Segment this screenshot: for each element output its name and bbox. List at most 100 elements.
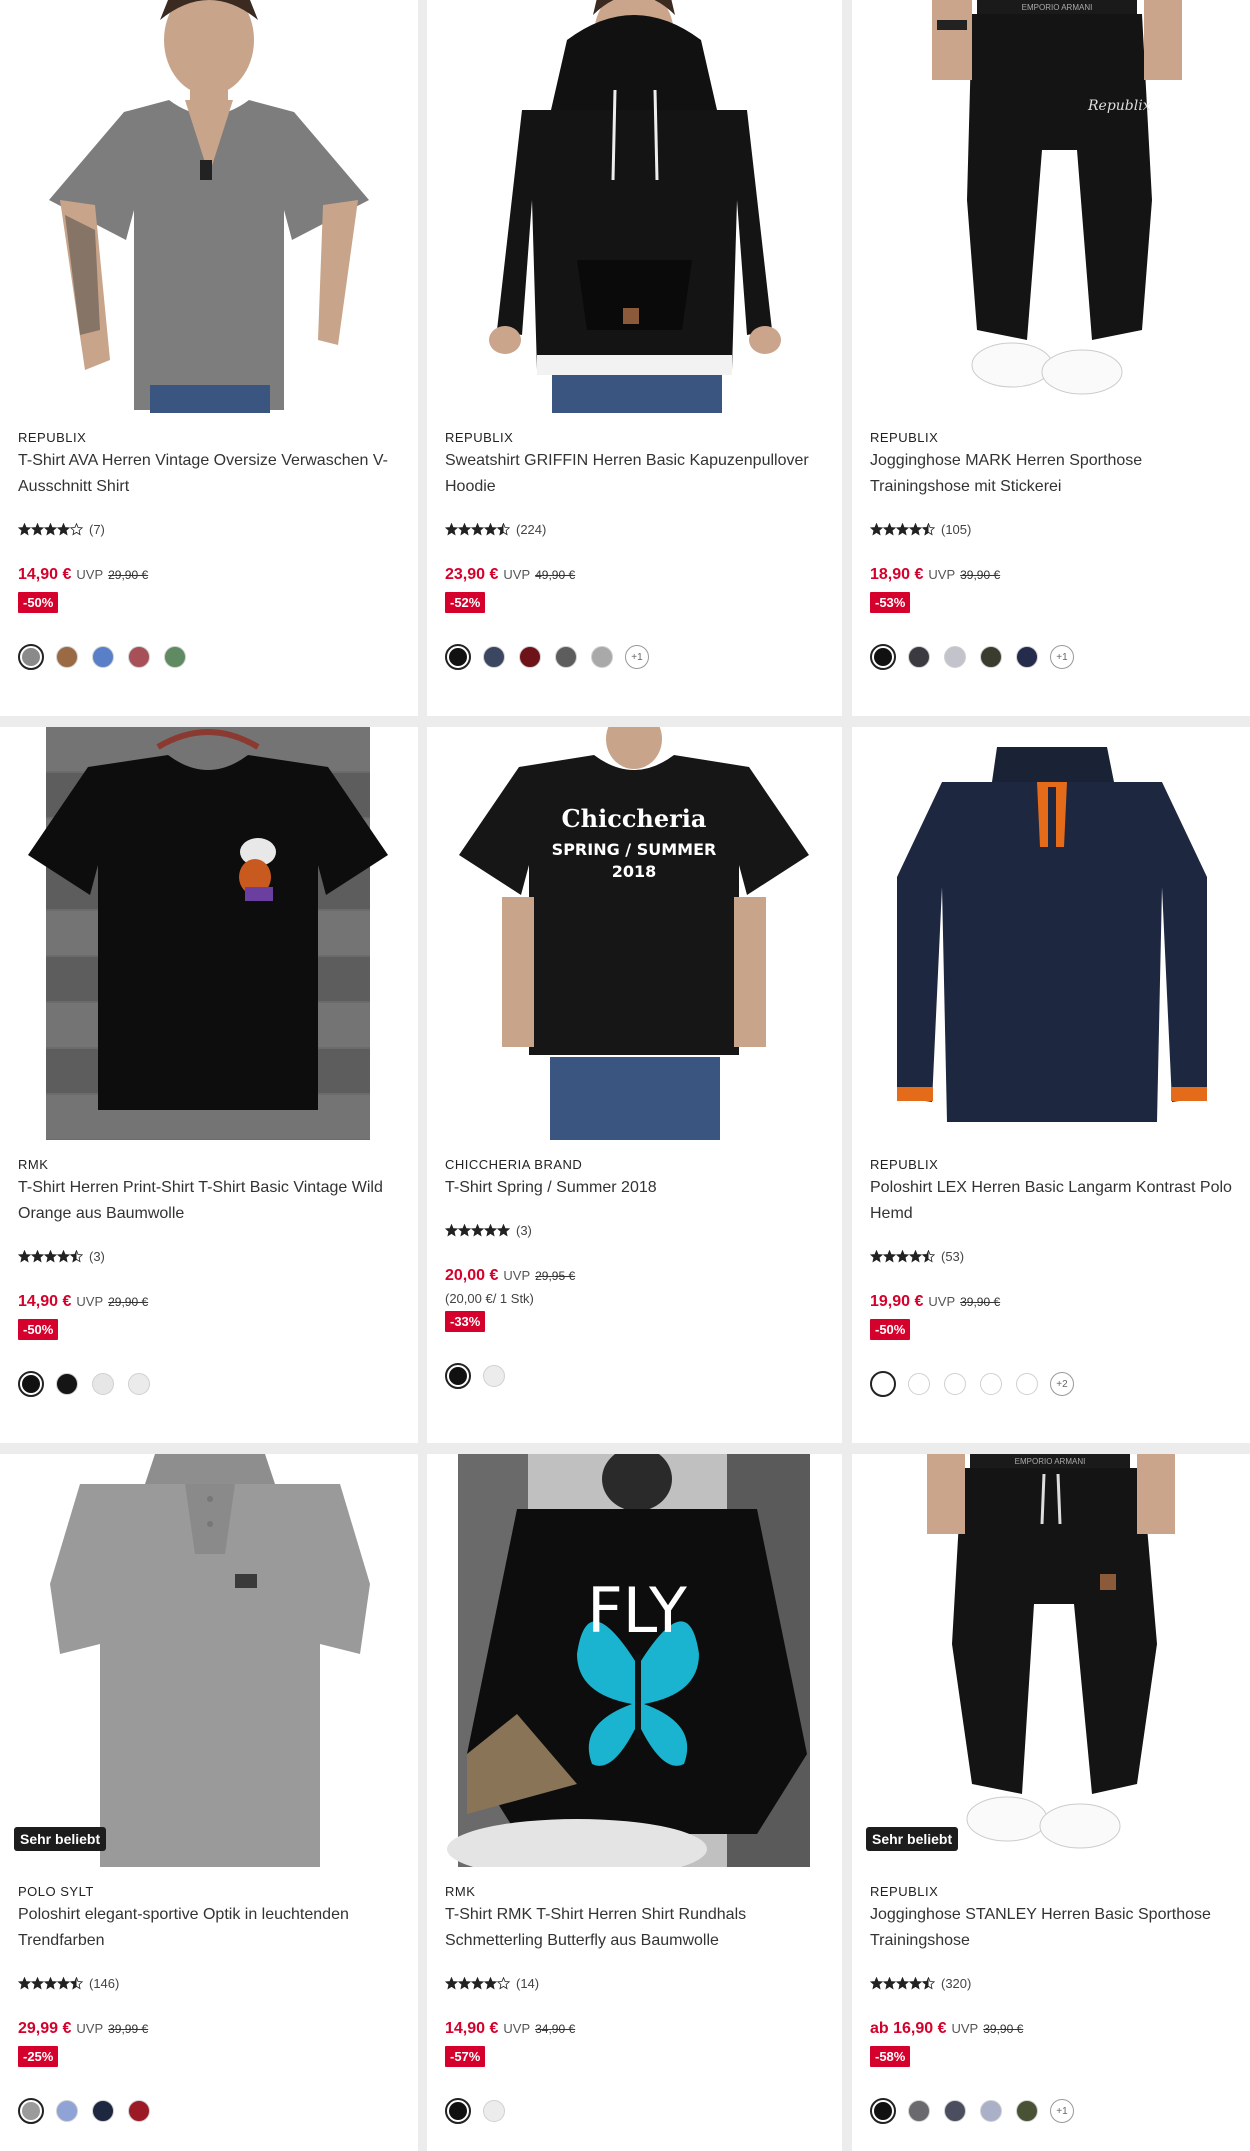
product-brand[interactable]: REPUBLIX — [870, 430, 938, 445]
color-swatch[interactable] — [126, 644, 152, 670]
color-swatch[interactable] — [942, 2098, 968, 2124]
color-swatch[interactable] — [906, 2098, 932, 2124]
product-title[interactable]: T-Shirt AVA Herren Vintage Oversize Verw… — [18, 448, 402, 500]
color-swatch[interactable] — [90, 1371, 116, 1397]
color-swatch[interactable] — [942, 644, 968, 670]
discount-badge: -50% — [18, 592, 59, 613]
color-swatch[interactable] — [517, 644, 543, 670]
product-card[interactable]: EMPORIO ARMANI Republix REPUBLIX Joggingh… — [852, 0, 1250, 716]
color-swatch[interactable] — [54, 2098, 80, 2124]
color-swatch[interactable] — [906, 1371, 932, 1397]
product-image[interactable]: Chiccheria SPRING / SUMMER 2018 — [427, 727, 842, 1140]
product-card[interactable]: Chiccheria SPRING / SUMMER 2018 CHICCHER… — [427, 727, 842, 1443]
color-swatch[interactable] — [978, 1371, 1004, 1397]
product-brand[interactable]: REPUBLIX — [18, 430, 86, 445]
color-swatch[interactable] — [1014, 1371, 1040, 1397]
product-brand[interactable]: POLO SYLT — [18, 1884, 94, 1899]
color-swatch[interactable] — [54, 1371, 80, 1397]
product-brand[interactable]: RMK — [445, 1884, 475, 1899]
product-image[interactable] — [427, 0, 842, 413]
product-brand[interactable]: RMK — [18, 1157, 48, 1172]
product-image[interactable]: EMPORIO ARMANI Republix — [852, 0, 1250, 413]
old-price: 39,99 € — [108, 2022, 149, 2036]
product-brand[interactable]: REPUBLIX — [445, 430, 513, 445]
swatch-fill — [164, 646, 186, 668]
color-swatch[interactable] — [445, 2098, 471, 2124]
product-brand[interactable]: CHICCHERIA BRAND — [445, 1157, 582, 1172]
current-price: 14,90 € — [18, 566, 72, 583]
product-rating[interactable]: (3) — [18, 1249, 105, 1264]
product-rating[interactable]: (224) — [445, 522, 546, 537]
more-colors-button[interactable]: +1 — [1050, 645, 1074, 669]
product-card[interactable]: REPUBLIX Poloshirt LEX Herren Basic Langa… — [852, 727, 1250, 1443]
rating-stars — [870, 1977, 936, 1990]
rating-count: (320) — [941, 1976, 972, 1991]
product-image[interactable]: EMPORIO ARMANI Sehr beliebt — [852, 1454, 1250, 1867]
product-rating[interactable]: (7) — [18, 522, 105, 537]
product-title[interactable]: T-Shirt RMK T-Shirt Herren Shirt Rundhal… — [445, 1902, 826, 1954]
color-swatch[interactable] — [90, 644, 116, 670]
product-card[interactable]: Sehr beliebt POLO SYLT Poloshirt elegant-… — [0, 1454, 418, 2151]
product-title[interactable]: Jogginghose STANLEY Herren Basic Sportho… — [870, 1902, 1234, 1954]
color-swatch[interactable] — [18, 2098, 44, 2124]
color-swatch[interactable] — [942, 1371, 968, 1397]
product-title[interactable]: Poloshirt elegant-sportive Optik in leuc… — [18, 1902, 402, 1954]
color-swatch[interactable] — [162, 644, 188, 670]
color-swatch[interactable] — [1014, 644, 1040, 670]
color-swatch[interactable] — [54, 644, 80, 670]
color-swatch[interactable] — [978, 644, 1004, 670]
product-card[interactable]: EMPORIO ARMANI Sehr beliebt REPUBLIX Jogg… — [852, 1454, 1250, 2151]
product-image[interactable] — [852, 727, 1250, 1140]
product-title[interactable]: T-Shirt Herren Print-Shirt T-Shirt Basic… — [18, 1175, 402, 1227]
product-title[interactable]: Poloshirt LEX Herren Basic Langarm Kontr… — [870, 1175, 1234, 1227]
product-brand[interactable]: REPUBLIX — [870, 1884, 938, 1899]
more-colors-button[interactable]: +1 — [1050, 2099, 1074, 2123]
product-title[interactable]: T-Shirt Spring / Summer 2018 — [445, 1175, 826, 1201]
product-image[interactable]: FLY — [427, 1454, 842, 1867]
color-swatch[interactable] — [553, 644, 579, 670]
swatch-fill — [128, 2100, 150, 2122]
product-rating[interactable]: (105) — [870, 522, 971, 537]
swatch-fill — [449, 648, 467, 666]
swatch-fill — [128, 646, 150, 668]
color-swatch[interactable] — [906, 644, 932, 670]
color-swatch[interactable] — [126, 1371, 152, 1397]
product-brand[interactable]: REPUBLIX — [870, 1157, 938, 1172]
swatch-fill — [908, 2100, 930, 2122]
more-colors-button[interactable]: +1 — [625, 645, 649, 669]
color-swatch[interactable] — [90, 2098, 116, 2124]
color-swatch[interactable] — [870, 1371, 896, 1397]
product-title[interactable]: Sweatshirt GRIFFIN Herren Basic Kapuzenp… — [445, 448, 826, 500]
product-rating[interactable]: (320) — [870, 1976, 971, 1991]
product-image[interactable]: Sehr beliebt — [0, 1454, 418, 1867]
product-image[interactable] — [0, 0, 418, 413]
color-swatch[interactable] — [445, 644, 471, 670]
color-swatch[interactable] — [481, 1363, 507, 1389]
color-swatch[interactable] — [589, 644, 615, 670]
black-butterfly-tshirt-back-icon: FLY — [427, 1454, 842, 1867]
product-rating[interactable]: (3) — [445, 1223, 532, 1238]
product-card[interactable]: REPUBLIX T-Shirt AVA Herren Vintage Overs… — [0, 0, 418, 716]
color-swatch[interactable] — [481, 2098, 507, 2124]
product-card[interactable]: RMK T-Shirt Herren Print-Shirt T-Shirt Ba… — [0, 727, 418, 1443]
product-rating[interactable]: (146) — [18, 1976, 119, 1991]
color-swatch[interactable] — [1014, 2098, 1040, 2124]
color-swatch[interactable] — [126, 2098, 152, 2124]
color-swatch[interactable] — [978, 2098, 1004, 2124]
product-rating[interactable]: (14) — [445, 1976, 539, 1991]
product-card[interactable]: FLY RMK T-Shirt RMK T-Shirt Herren Shirt … — [427, 1454, 842, 2151]
product-title[interactable]: Jogginghose MARK Herren Sporthose Traini… — [870, 448, 1234, 500]
product-image[interactable] — [0, 727, 418, 1140]
color-swatch[interactable] — [18, 644, 44, 670]
color-swatch[interactable] — [481, 644, 507, 670]
product-card[interactable]: REPUBLIX Sweatshirt GRIFFIN Herren Basic … — [427, 0, 842, 716]
color-swatch[interactable] — [445, 1363, 471, 1389]
color-swatch[interactable] — [870, 2098, 896, 2124]
color-swatch[interactable] — [870, 644, 896, 670]
discount-badge: -50% — [870, 1319, 911, 1340]
product-rating[interactable]: (53) — [870, 1249, 964, 1264]
more-colors-button[interactable]: +2 — [1050, 1372, 1074, 1396]
swatch-fill — [874, 2102, 892, 2120]
old-price: 29,95 € — [535, 1269, 576, 1283]
color-swatch[interactable] — [18, 1371, 44, 1397]
